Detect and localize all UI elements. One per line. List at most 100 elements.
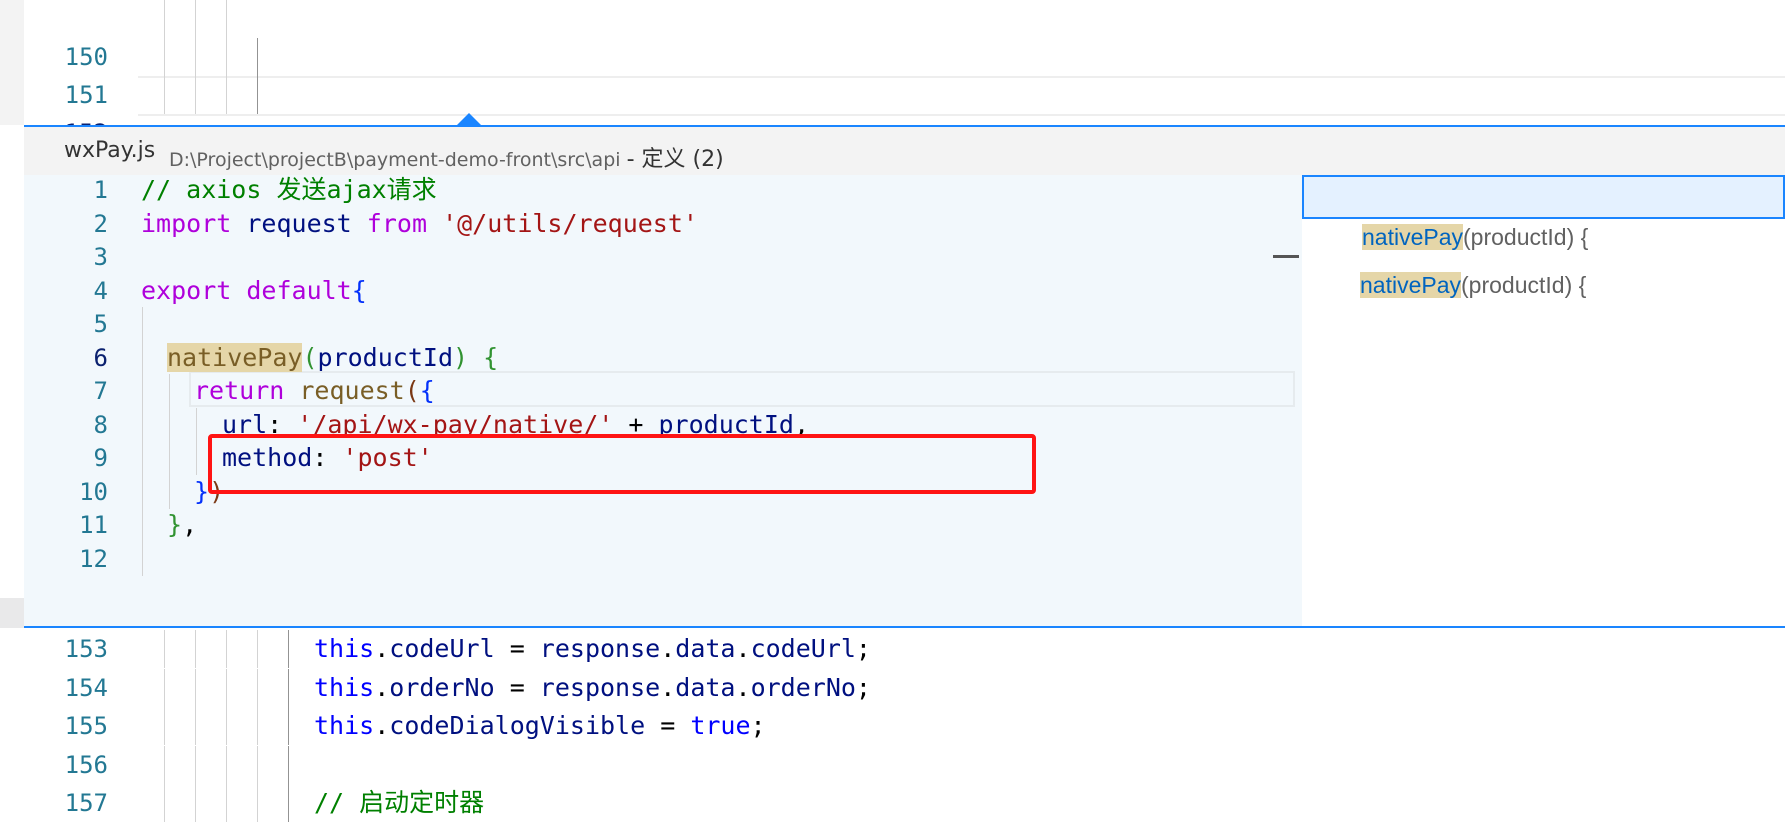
code-line[interactable]: 12 <box>24 541 1302 576</box>
indent-guide <box>169 441 170 475</box>
code-token: } <box>194 476 210 506</box>
line-number: 11 <box>79 511 108 539</box>
indent-guide <box>195 784 196 822</box>
indent-guide <box>257 630 258 668</box>
code-token: . <box>374 711 390 740</box>
code-text: import request from '@/utils/request' <box>141 207 698 241</box>
indent-guide <box>169 407 170 442</box>
reference-name: nativePay <box>1360 272 1462 298</box>
code-line[interactable]: 154 this.orderNo = response.data.orderNo; <box>24 668 1785 707</box>
peek-scrollbar-marker <box>1273 255 1299 258</box>
code-token: , <box>182 510 198 539</box>
code-token: export <box>141 275 232 305</box>
code-token: . <box>735 634 751 663</box>
code-text: // 启动定时器 <box>314 784 484 822</box>
line-number: 156 <box>64 750 108 779</box>
indent-guide <box>142 374 143 408</box>
line-number: 12 <box>79 544 108 573</box>
code-line[interactable]: 2 import request from '@/utils/request' <box>24 207 1302 241</box>
code-token: response <box>539 672 661 702</box>
indent-guide <box>195 707 196 745</box>
code-line[interactable]: 151 //调用统一下单接口 <box>24 38 1785 299</box>
peek-file-name[interactable]: wxPay.js <box>64 138 155 163</box>
code-token: ; <box>750 711 766 740</box>
code-token: ( <box>302 342 318 372</box>
code-line[interactable]: 157 // 启动定时器 <box>24 784 1785 822</box>
code-token: this <box>314 711 375 740</box>
indent-guide <box>226 668 227 707</box>
code-token: codeDialogVisible <box>389 711 646 740</box>
editor-bottom[interactable]: 153 this.codeUrl = response.data.codeUrl;… <box>0 628 1785 824</box>
line-number: 9 <box>93 444 108 472</box>
code-line[interactable]: 156 <box>24 745 1785 784</box>
code-line[interactable]: 153 this.codeUrl = response.data.codeUrl; <box>24 630 1785 668</box>
indent-guide <box>142 307 143 341</box>
code-token: ; <box>855 672 871 702</box>
peek-reference-item[interactable]: nativePay(productId) { <box>1302 175 1785 250</box>
code-token: } <box>167 510 183 539</box>
line-number: 4 <box>93 276 108 305</box>
code-line[interactable]: 11}, <box>24 508 1302 542</box>
indent-guide <box>288 745 289 784</box>
line-number: 154 <box>64 673 108 702</box>
indent-guide <box>195 630 196 668</box>
editor-top[interactable]: 150 if (this.payOrder.payType === "wxpay… <box>0 0 1785 337</box>
code-token: // 启动定时器 <box>314 788 485 817</box>
code-token: orderNo <box>750 672 856 702</box>
indent-guide <box>288 630 289 668</box>
peek-file-path: D:\Project\projectB\payment-demo-front\s… <box>169 149 621 171</box>
indent-guide <box>164 745 165 784</box>
code-token: { <box>419 376 435 405</box>
code-text: nativePay(productId) { <box>167 341 498 375</box>
indent-guide <box>257 784 258 822</box>
code-line[interactable]: 152 wxPayApi.nativePay(this.payOrder.pro… <box>24 76 1785 337</box>
code-token: . <box>660 634 676 663</box>
peek-reference-list[interactable]: nativePay(productId) { nativePay(product… <box>1302 175 1785 626</box>
indent-guide <box>288 707 289 745</box>
code-token: request <box>299 376 405 405</box>
line-number: 3 <box>93 243 108 271</box>
left-edge-strip <box>0 0 24 125</box>
indent-guide <box>142 340 143 375</box>
code-line[interactable]: 5 <box>24 307 1302 341</box>
indent-guide <box>257 668 258 707</box>
code-token: data <box>675 634 736 663</box>
code-line[interactable]: 150 if (this.payOrder.payType === "wxpay… <box>24 0 1785 223</box>
code-text: this.orderNo = response.data.orderNo; <box>314 669 871 707</box>
peek-reference-item[interactable]: nativePay(productId) { <box>1302 219 1785 298</box>
indent-guide <box>164 668 165 707</box>
code-token: = <box>494 634 540 663</box>
code-token: { <box>351 275 367 305</box>
code-line[interactable]: 1 // axios 发送ajax请求 <box>24 173 1302 207</box>
code-token: ; <box>855 634 871 663</box>
line-number: 155 <box>64 712 108 740</box>
code-text: this.codeDialogVisible = true; <box>314 707 766 745</box>
code-line[interactable]: 7 return request({ <box>24 374 1302 408</box>
annotation-highlight-box <box>208 434 1036 494</box>
code-token: codeUrl <box>389 634 495 663</box>
indent-guide <box>226 745 227 784</box>
code-text: }, <box>167 508 197 542</box>
indent-guide <box>288 668 289 707</box>
code-line[interactable]: 6 nativePay(productId) { <box>24 340 1302 375</box>
indent-guide <box>257 745 258 784</box>
line-number: 10 <box>79 477 108 506</box>
indent-guide <box>142 407 143 442</box>
code-token: . <box>735 672 751 702</box>
peek-header-path: D:\Project\projectB\payment-demo-front\s… <box>169 141 724 173</box>
code-line[interactable]: 155 this.codeDialogVisible = true; <box>24 707 1785 745</box>
peek-editor[interactable]: 1 // axios 发送ajax请求 2 import request from '… <box>24 175 1302 626</box>
line-number: 2 <box>93 209 108 238</box>
code-token: = <box>645 711 691 740</box>
line-number: 157 <box>64 789 108 817</box>
indent-guide <box>169 374 170 408</box>
indent-guide <box>164 630 165 668</box>
code-line[interactable]: 4 export default{ <box>24 274 1302 308</box>
line-number: 6 <box>93 343 108 372</box>
code-line[interactable]: 3 <box>24 240 1302 274</box>
code-token: this <box>314 672 375 702</box>
